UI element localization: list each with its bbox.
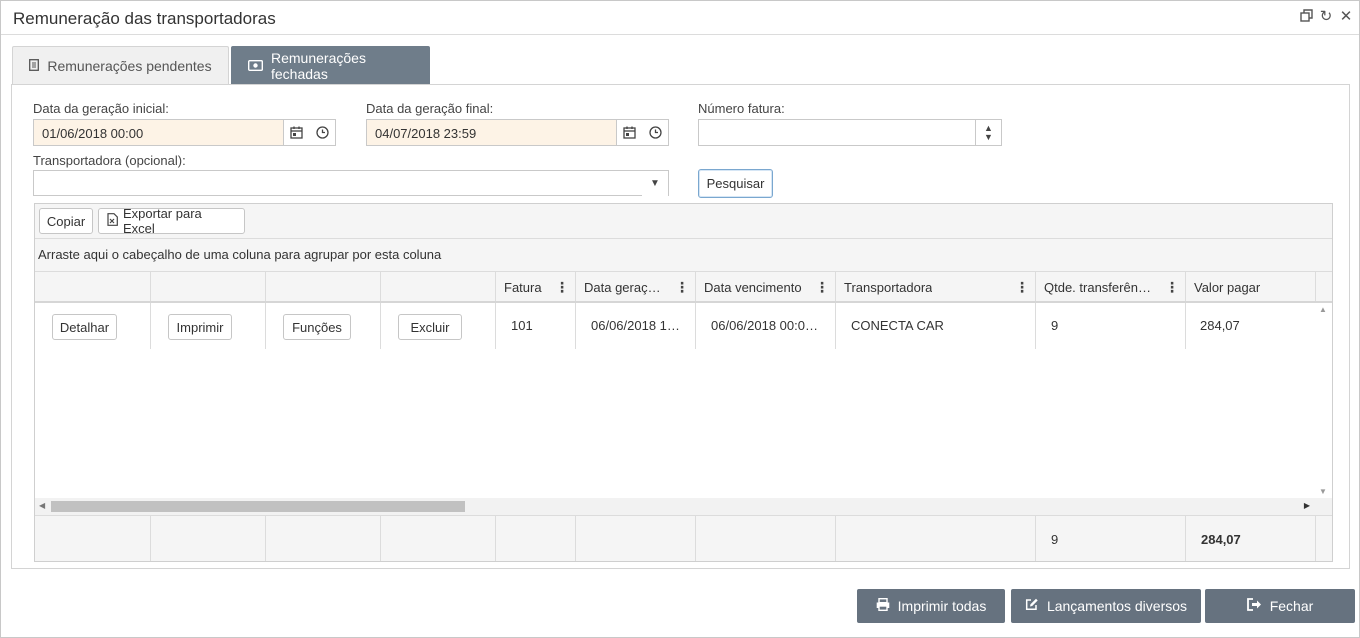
date-start-field[interactable]: 01/06/2018 00:00 bbox=[33, 119, 336, 146]
column-header-qtde-transferencias[interactable]: Qtde. transferên… ⋮ bbox=[1036, 272, 1186, 301]
vertical-scrollbar[interactable]: ▲ ▼ bbox=[1315, 303, 1332, 498]
column-menu-icon[interactable]: ⋮ bbox=[1015, 279, 1029, 296]
column-header-detalhar bbox=[35, 272, 151, 301]
grid-footer-row: 9 284,07 bbox=[35, 515, 1332, 561]
horizontal-scrollbar[interactable]: ◀ ▶ bbox=[35, 498, 1332, 515]
spinner-down-icon[interactable]: ▼ bbox=[984, 132, 993, 142]
data-grid: Copiar Exportar para Excel Arraste aqui … bbox=[34, 203, 1333, 562]
footer-qtde-total: 9 bbox=[1051, 532, 1059, 547]
search-button[interactable]: Pesquisar bbox=[698, 169, 773, 198]
scroll-right-icon[interactable]: ▶ bbox=[1304, 501, 1310, 510]
copy-button[interactable]: Copiar bbox=[39, 208, 93, 234]
spinner-icon[interactable]: ▲ ▼ bbox=[975, 120, 1001, 145]
group-by-area[interactable]: Arraste aqui o cabeçalho de uma coluna p… bbox=[35, 239, 1332, 272]
column-menu-icon[interactable]: ⋮ bbox=[675, 279, 689, 296]
invoice-number-label: Número fatura: bbox=[698, 101, 785, 116]
funcoes-button[interactable]: Funções bbox=[283, 314, 351, 340]
carrier-label: Transportadora (opcional): bbox=[33, 153, 186, 168]
restore-icon[interactable] bbox=[1299, 9, 1313, 25]
scroll-up-icon[interactable]: ▲ bbox=[1319, 305, 1327, 314]
date-end-field[interactable]: 04/07/2018 23:59 bbox=[366, 119, 669, 146]
scroll-left-icon[interactable]: ◀ bbox=[39, 501, 45, 510]
column-header-funcoes bbox=[266, 272, 381, 301]
cell-fatura: 101 bbox=[511, 318, 533, 333]
column-header-fatura[interactable]: Fatura ⋮ bbox=[496, 272, 576, 301]
title-bar: Remuneração das transportadoras ↻ ✕ bbox=[1, 1, 1359, 35]
column-header-valor-pagar[interactable]: Valor pagar bbox=[1186, 272, 1316, 301]
money-icon bbox=[247, 58, 264, 74]
cell-qtde: 9 bbox=[1051, 318, 1059, 333]
carrier-select[interactable]: ▼ bbox=[33, 170, 669, 196]
grid-header-row: Fatura ⋮ Data geraç… ⋮ Data vencimento ⋮ Tr… bbox=[35, 272, 1332, 303]
date-start-label: Data da geração inicial: bbox=[33, 101, 169, 116]
cell-data-vencimento: 06/06/2018 00:0… bbox=[711, 318, 818, 333]
grid-toolbar: Copiar Exportar para Excel bbox=[35, 204, 1332, 239]
document-icon bbox=[29, 58, 40, 74]
tab-remuneracoes-fechadas[interactable]: Remunerações fechadas bbox=[231, 46, 430, 84]
close-label: Fechar bbox=[1269, 598, 1314, 614]
close-icon[interactable]: ✕ bbox=[1339, 9, 1353, 25]
main-window: Remuneração das transportadoras ↻ ✕ Remu… bbox=[0, 0, 1360, 638]
date-start-value: 01/06/2018 00:00 bbox=[42, 126, 144, 141]
cell-transportadora: CONECTA CAR bbox=[851, 318, 944, 333]
excel-icon bbox=[107, 213, 118, 229]
scroll-down-icon[interactable]: ▼ bbox=[1319, 487, 1327, 496]
dropdown-arrow-icon[interactable]: ▼ bbox=[642, 171, 668, 196]
date-end-value: 04/07/2018 23:59 bbox=[375, 126, 477, 141]
calendar-icon[interactable] bbox=[616, 120, 642, 145]
column-header-data-vencimento[interactable]: Data vencimento ⋮ bbox=[696, 272, 836, 301]
clock-icon[interactable] bbox=[642, 120, 668, 145]
edit-icon bbox=[1025, 598, 1039, 614]
tab-bar: Remunerações pendentes Remunerações fech… bbox=[12, 46, 432, 84]
content-panel: Data da geração inicial: 01/06/2018 00:0… bbox=[11, 84, 1350, 569]
cell-data-geracao: 06/06/2018 1… bbox=[591, 318, 680, 333]
excluir-button[interactable]: Excluir bbox=[398, 314, 462, 340]
sign-out-icon bbox=[1246, 598, 1262, 614]
column-header-imprimir bbox=[151, 272, 266, 301]
column-header-transportadora[interactable]: Transportadora ⋮ bbox=[836, 272, 1036, 301]
window-controls: ↻ ✕ bbox=[1299, 9, 1353, 25]
tab-remuneracoes-pendentes[interactable]: Remunerações pendentes bbox=[12, 46, 229, 84]
refresh-icon[interactable]: ↻ bbox=[1319, 9, 1333, 25]
window-title: Remuneração das transportadoras bbox=[13, 9, 276, 28]
tab-label: Remunerações pendentes bbox=[47, 57, 212, 74]
column-header-data-geracao[interactable]: Data geraç… ⋮ bbox=[576, 272, 696, 301]
imprimir-button[interactable]: Imprimir bbox=[168, 314, 232, 340]
calendar-icon[interactable] bbox=[283, 120, 309, 145]
tab-label: Remunerações fechadas bbox=[271, 49, 366, 82]
misc-entries-button[interactable]: Lançamentos diversos bbox=[1011, 589, 1201, 623]
printer-icon bbox=[876, 597, 890, 614]
export-excel-label: Exportar para Excel bbox=[123, 206, 202, 236]
table-row: Detalhar Imprimir Funções Excluir 101 06… bbox=[35, 303, 1315, 349]
column-menu-icon[interactable]: ⋮ bbox=[815, 279, 829, 296]
column-header-excluir bbox=[381, 272, 496, 301]
invoice-number-field[interactable]: ▲ ▼ bbox=[698, 119, 1002, 146]
detalhar-button[interactable]: Detalhar bbox=[52, 314, 117, 340]
footer-valor-total: 284,07 bbox=[1201, 532, 1241, 547]
misc-entries-label: Lançamentos diversos bbox=[1046, 598, 1188, 614]
horizontal-scroll-thumb[interactable] bbox=[51, 501, 465, 512]
column-menu-icon[interactable]: ⋮ bbox=[555, 279, 569, 296]
date-end-label: Data da geração final: bbox=[366, 101, 494, 116]
close-button[interactable]: Fechar bbox=[1205, 589, 1355, 623]
cell-valor: 284,07 bbox=[1200, 318, 1240, 333]
clock-icon[interactable] bbox=[309, 120, 335, 145]
column-menu-icon[interactable]: ⋮ bbox=[1165, 279, 1179, 296]
export-excel-button[interactable]: Exportar para Excel bbox=[98, 206, 245, 236]
print-all-label: Imprimir todas bbox=[897, 598, 987, 614]
print-all-button[interactable]: Imprimir todas bbox=[857, 589, 1005, 623]
